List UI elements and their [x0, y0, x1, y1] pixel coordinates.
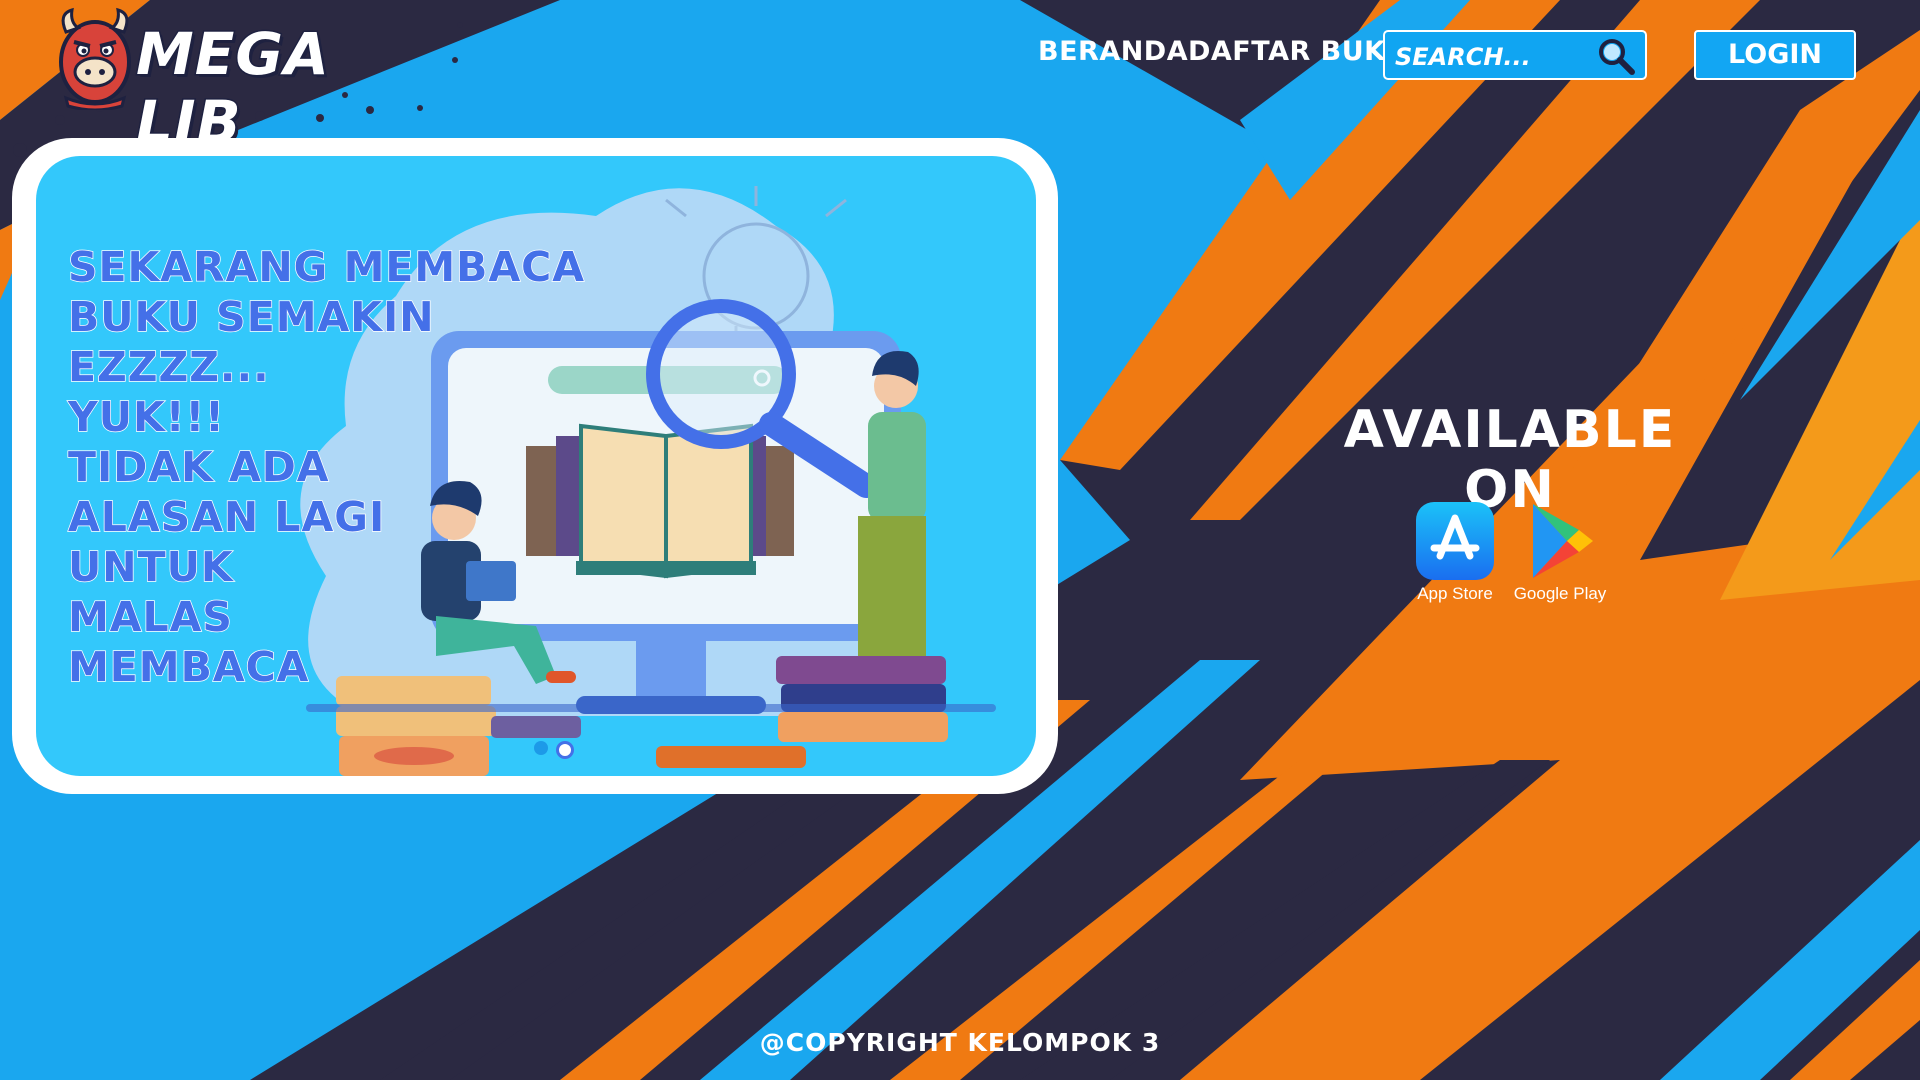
app-store-icon	[1416, 502, 1494, 580]
carousel-indicators	[534, 738, 594, 762]
brand-logo[interactable]: MEGA LIB	[52, 6, 412, 158]
search-bar[interactable]	[1383, 30, 1647, 80]
google-play-label: Google Play	[1513, 584, 1607, 603]
brand-name: MEGA LIB	[135, 19, 331, 158]
hero-headline: SEKARANG MEMBACA BUKU SEMAKIN EZZZZ... Y…	[67, 242, 585, 692]
nav-link-daftar-buku[interactable]: DAFTAR BUKU	[1188, 36, 1408, 67]
carousel-dot-1[interactable]	[534, 741, 548, 755]
footer-copyright: @COPYRIGHT KELOMPOK 3	[759, 1028, 1161, 1057]
app-store-badge[interactable]: App Store	[1400, 500, 1510, 610]
nav-link-beranda[interactable]: BERANDA	[1038, 36, 1188, 67]
carousel-dot-2[interactable]	[556, 741, 574, 759]
hero-slide: SEKARANG MEMBACA BUKU SEMAKIN EZZZZ... Y…	[36, 156, 1036, 776]
search-icon[interactable]	[1595, 35, 1637, 77]
google-play-icon	[1533, 504, 1593, 578]
google-play-badge[interactable]: Google Play	[1505, 500, 1615, 610]
login-button[interactable]: LOGIN	[1694, 30, 1856, 80]
page: MEGA LIB BERANDA DAFTAR BUKU LOGIN	[0, 0, 1920, 1080]
search-input[interactable]	[1393, 38, 1597, 76]
hero-carousel: SEKARANG MEMBACA BUKU SEMAKIN EZZZZ... Y…	[12, 138, 1058, 794]
bull-mascot-icon	[59, 7, 131, 110]
